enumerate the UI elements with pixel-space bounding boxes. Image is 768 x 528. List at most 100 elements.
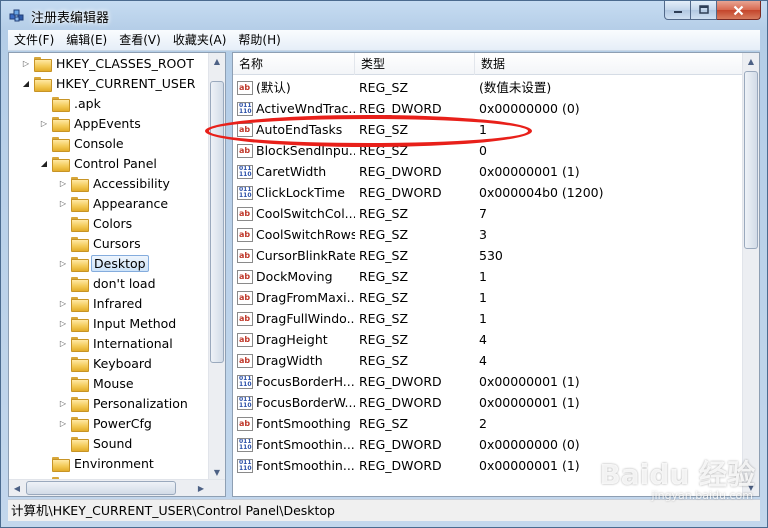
tree-item-label: Console xyxy=(74,135,124,151)
menu-favorites[interactable]: 收藏夹(A) xyxy=(167,30,233,50)
column-type[interactable]: 类型 xyxy=(355,53,475,75)
expand-arrow-icon[interactable]: ▷ xyxy=(58,179,68,188)
tree-item[interactable]: Colors xyxy=(58,213,134,233)
tree-item[interactable]: ▷ Personalization xyxy=(58,393,190,413)
value-name: DragFullWindo... xyxy=(256,311,355,326)
expand-arrow-icon[interactable]: ▷ xyxy=(58,339,68,348)
value-row[interactable]: ab DragFullWindo... REG_SZ 1 xyxy=(233,308,743,329)
tree-item[interactable]: ▷ HKEY_CLASSES_ROOT xyxy=(21,53,196,73)
value-data: 0x00000000 (0) xyxy=(479,101,580,116)
value-row[interactable]: ab DragFromMaxi... REG_SZ 1 xyxy=(233,287,743,308)
value-row[interactable]: ab DragHeight REG_SZ 4 xyxy=(233,329,743,350)
folder-icon xyxy=(71,376,89,392)
folder-icon xyxy=(52,96,70,112)
scroll-right-icon[interactable]: ▶ xyxy=(193,480,209,496)
tree-item[interactable]: .apk xyxy=(39,93,103,113)
tree-item[interactable]: ▷ Appearance xyxy=(58,193,170,213)
regedit-app-icon xyxy=(9,9,24,22)
expand-arrow-icon[interactable]: ▷ xyxy=(58,399,68,408)
value-row[interactable]: ab DockMoving REG_SZ 1 xyxy=(233,266,743,287)
tree-item[interactable]: ◢ HKEY_CURRENT_USER xyxy=(21,73,197,93)
scroll-up-icon[interactable]: ▲ xyxy=(209,53,225,70)
menu-edit[interactable]: 编辑(E) xyxy=(60,30,113,50)
value-row[interactable]: ab CursorBlinkRate REG_SZ 530 xyxy=(233,245,743,266)
value-name: DragWidth xyxy=(256,353,323,368)
value-row[interactable]: ab (默认) REG_SZ (数值未设置) xyxy=(233,77,743,98)
collapse-arrow-icon[interactable]: ◢ xyxy=(21,79,31,88)
expand-arrow-icon[interactable]: ▷ xyxy=(58,299,68,308)
list-scroll-thumb[interactable] xyxy=(744,71,758,249)
title-bar[interactable]: 注册表编辑器 xyxy=(1,1,767,30)
tree-item[interactable]: Environment xyxy=(39,453,156,473)
value-row[interactable]: 011 110 FocusBorderW... REG_DWORD 0x0000000… xyxy=(233,392,743,413)
expand-arrow-icon[interactable]: ▷ xyxy=(58,419,68,428)
regedit-window: 注册表编辑器 文件(F) 编辑(E) 查看(V) 收藏夹(A) 帮助(H) ▷ H… xyxy=(0,0,768,528)
minimize-button[interactable] xyxy=(664,1,691,20)
tree-item[interactable]: Cursors xyxy=(58,233,143,253)
tree-item-label: Cursors xyxy=(93,235,141,251)
tree-item[interactable]: ▷ Desktop xyxy=(58,253,149,273)
column-name[interactable]: 名称 xyxy=(233,53,355,75)
tree-item[interactable]: Keyboard xyxy=(58,353,154,373)
value-row[interactable]: ab CoolSwitchCol... REG_SZ 7 xyxy=(233,203,743,224)
value-row[interactable]: 011 110 FontSmoothin... REG_DWORD 0x0000000… xyxy=(233,434,743,455)
tree-item-label: Sound xyxy=(93,435,133,451)
tree-item[interactable]: ▷ International xyxy=(58,333,175,353)
dword-value-icon: 011 110 xyxy=(237,437,253,452)
value-row[interactable]: 011 110 FocusBorderH... REG_DWORD 0x0000000… xyxy=(233,371,743,392)
tree-item[interactable]: Sound xyxy=(58,433,134,453)
expand-arrow-icon[interactable]: ▷ xyxy=(39,119,49,128)
folder-icon xyxy=(52,136,70,152)
close-icon xyxy=(733,5,744,15)
menu-view[interactable]: 查看(V) xyxy=(113,30,167,50)
tree-item[interactable]: ▷ Infrared xyxy=(58,293,144,313)
tree-item[interactable]: Console xyxy=(39,133,126,153)
list-scroll-up-icon[interactable]: ▲ xyxy=(743,53,759,70)
status-bar: 计算机\HKEY_CURRENT_USER\Control Panel\Desk… xyxy=(8,499,760,521)
value-name-cell: 011 110 FontSmoothin... xyxy=(237,455,355,476)
menu-file[interactable]: 文件(F) xyxy=(8,30,60,50)
expand-arrow-icon[interactable]: ▷ xyxy=(58,319,68,328)
value-name: FocusBorderH... xyxy=(256,374,355,389)
tree-item[interactable]: ▷ Input Method xyxy=(58,313,178,333)
tree-item[interactable]: ▷ PowerCfg xyxy=(58,413,154,433)
expand-arrow-icon[interactable]: ▷ xyxy=(58,199,68,208)
value-name-cell: ab CoolSwitchRows xyxy=(237,224,355,245)
tree-item[interactable]: Mouse xyxy=(58,373,136,393)
tree-item[interactable]: ▷ Accessibility xyxy=(58,173,172,193)
maximize-button[interactable] xyxy=(691,1,717,20)
string-value-icon: ab xyxy=(237,248,253,263)
expand-arrow-icon[interactable]: ▷ xyxy=(21,59,31,68)
tree-vertical-scrollbar[interactable]: ▲ ▼ xyxy=(208,53,225,481)
folder-icon xyxy=(71,336,89,352)
value-row[interactable]: 011 110 ClickLockTime REG_DWORD 0x000004b0 … xyxy=(233,182,743,203)
tree-horizontal-scrollbar[interactable]: ◀ ▶ xyxy=(9,479,225,496)
value-row[interactable]: 011 110 CaretWidth REG_DWORD 0x00000001 (1) xyxy=(233,161,743,182)
value-name: CursorBlinkRate xyxy=(256,248,355,263)
list-header: 名称 类型 数据 xyxy=(233,53,743,75)
value-row[interactable]: ab DragWidth REG_SZ 4 xyxy=(233,350,743,371)
folder-icon xyxy=(71,416,89,432)
expand-arrow-icon[interactable]: ▷ xyxy=(58,259,68,268)
value-name: CoolSwitchRows xyxy=(256,227,355,242)
folder-icon xyxy=(71,356,89,372)
scroll-left-icon[interactable]: ◀ xyxy=(9,480,25,496)
collapse-arrow-icon[interactable]: ◢ xyxy=(39,159,49,168)
tree-item-label: Desktop xyxy=(91,254,149,272)
tree-item[interactable]: ◢ Control Panel xyxy=(39,153,159,173)
tree-hscroll-thumb[interactable] xyxy=(26,481,176,495)
dword-value-icon: 011 110 xyxy=(237,458,253,473)
close-button[interactable] xyxy=(717,1,761,20)
value-data: 0x00000001 (1) xyxy=(479,395,580,410)
value-row[interactable]: ab CoolSwitchRows REG_SZ 3 xyxy=(233,224,743,245)
tree-item[interactable]: ▷ AppEvents xyxy=(39,113,143,133)
column-data[interactable]: 数据 xyxy=(475,53,743,75)
list-vertical-scrollbar[interactable]: ▲ ▼ xyxy=(742,53,759,496)
key-tree-pane[interactable]: ▷ HKEY_CLASSES_ROOT ◢ HKEY_CURRENT_USER .apk… xyxy=(8,52,226,497)
tree-item[interactable]: don't load xyxy=(58,273,158,293)
menu-help[interactable]: 帮助(H) xyxy=(232,30,286,50)
value-name-cell: ab FontSmoothing xyxy=(237,413,355,434)
tree-item-label: Keyboard xyxy=(93,355,152,371)
value-row[interactable]: ab FontSmoothing REG_SZ 2 xyxy=(233,413,743,434)
value-data: (数值未设置) xyxy=(479,80,552,95)
